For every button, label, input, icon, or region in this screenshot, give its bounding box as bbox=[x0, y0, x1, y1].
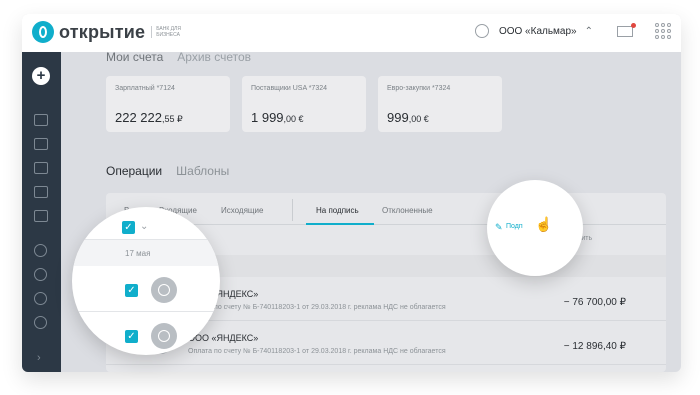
logo-text: открытие bbox=[59, 21, 146, 42]
magnifier-sign: ✎ Подп ☝ bbox=[487, 180, 583, 276]
top-header: открытие БАНК ДЛЯ БИЗНЕСА ООО «Кальмар» … bbox=[22, 14, 681, 52]
wallet-icon[interactable] bbox=[34, 114, 48, 126]
filter-to-sign[interactable]: На подпись bbox=[316, 206, 359, 215]
zoom-sign-button[interactable]: Подп bbox=[506, 223, 523, 230]
chevron-down-icon[interactable]: ⌄ bbox=[140, 221, 148, 232]
pencil-icon: ✎ bbox=[495, 222, 503, 232]
account-card[interactable]: Евро-закупки *7324 999,00 € bbox=[378, 76, 502, 132]
company-selector[interactable]: ООО «Кальмар» bbox=[499, 26, 577, 37]
zoom-date-group: 17 мая bbox=[72, 240, 220, 266]
percent-icon[interactable] bbox=[34, 268, 47, 281]
account-card[interactable]: Поставщики USA *7324 1 999,00 € bbox=[242, 76, 366, 132]
at-icon[interactable] bbox=[34, 316, 47, 329]
account-balance: 222 222,55 ₽ bbox=[115, 110, 183, 125]
select-all-checkbox[interactable]: ✓ bbox=[122, 221, 135, 234]
filter-rejected[interactable]: Отклоненные bbox=[382, 206, 433, 215]
accounts-tabs: Мои счета Архив счетов bbox=[106, 50, 251, 64]
chevron-up-icon[interactable]: ⌃ bbox=[585, 26, 593, 37]
account-title: Евро-закупки *7324 bbox=[387, 85, 451, 92]
document-icon[interactable] bbox=[34, 162, 48, 174]
account-balance: 999,00 € bbox=[387, 110, 429, 125]
payee-avatar bbox=[151, 323, 177, 349]
hand-cursor-icon: ☝ bbox=[535, 216, 553, 232]
logo-subtitle: БАНК ДЛЯ БИЗНЕСА bbox=[151, 26, 185, 38]
zoom-date-label: 17 мая bbox=[125, 249, 151, 258]
exchange-icon[interactable] bbox=[34, 210, 48, 222]
add-icon[interactable]: + bbox=[32, 67, 50, 85]
tab-my-accounts[interactable]: Мои счета bbox=[106, 50, 163, 64]
chevron-right-icon[interactable]: › bbox=[37, 352, 41, 364]
deposit-icon[interactable] bbox=[34, 244, 47, 257]
account-title: Зарплатный *7124 bbox=[115, 85, 175, 92]
notification-dot bbox=[631, 22, 636, 28]
row-checkbox[interactable]: ✓ bbox=[125, 330, 138, 343]
payment-amount: − 76 700,00 ₽ bbox=[563, 297, 626, 308]
statement-icon[interactable] bbox=[34, 186, 48, 198]
tab-archive[interactable]: Архив счетов bbox=[177, 50, 251, 64]
payment-purpose: Оплата по счету № Б-740118203-1 от 29.03… bbox=[188, 348, 446, 355]
bank-logo[interactable]: открытие БАНК ДЛЯ БИЗНЕСА bbox=[32, 21, 185, 43]
user-icon[interactable] bbox=[474, 24, 489, 38]
tab-operations[interactable]: Операции bbox=[106, 164, 162, 178]
apps-grid-icon[interactable] bbox=[655, 23, 671, 39]
account-balance: 1 999,00 € bbox=[251, 110, 304, 125]
row-checkbox[interactable]: ✓ bbox=[125, 284, 138, 297]
header-right: ООО «Кальмар» ⌃ bbox=[474, 22, 671, 39]
payment-amount: − 12 896,40 ₽ bbox=[563, 341, 626, 352]
logo-mark-icon bbox=[32, 21, 54, 43]
rocket-icon[interactable] bbox=[34, 292, 47, 305]
magnifier-checkboxes: ✓ ⌄ 17 мая ✓ ✓ bbox=[72, 207, 220, 355]
account-card[interactable]: Зарплатный *7124 222 222,55 ₽ bbox=[106, 76, 230, 132]
payment-purpose: Оплата по счету № Б-740118203-1 от 29.03… bbox=[188, 304, 446, 311]
account-title: Поставщики USA *7324 bbox=[251, 85, 327, 92]
mail-icon[interactable] bbox=[617, 22, 636, 37]
card-icon[interactable] bbox=[34, 138, 48, 150]
operations-tabs: Операции Шаблоны bbox=[106, 164, 229, 178]
sidebar: + › bbox=[22, 52, 61, 372]
payee-name: ООО «ЯНДЕКС» bbox=[188, 333, 259, 343]
filter-outgoing[interactable]: Исходящие bbox=[221, 206, 263, 215]
zoom-separator bbox=[72, 311, 220, 312]
payee-avatar bbox=[151, 277, 177, 303]
filter-divider bbox=[292, 199, 293, 221]
tab-templates[interactable]: Шаблоны bbox=[176, 164, 229, 178]
